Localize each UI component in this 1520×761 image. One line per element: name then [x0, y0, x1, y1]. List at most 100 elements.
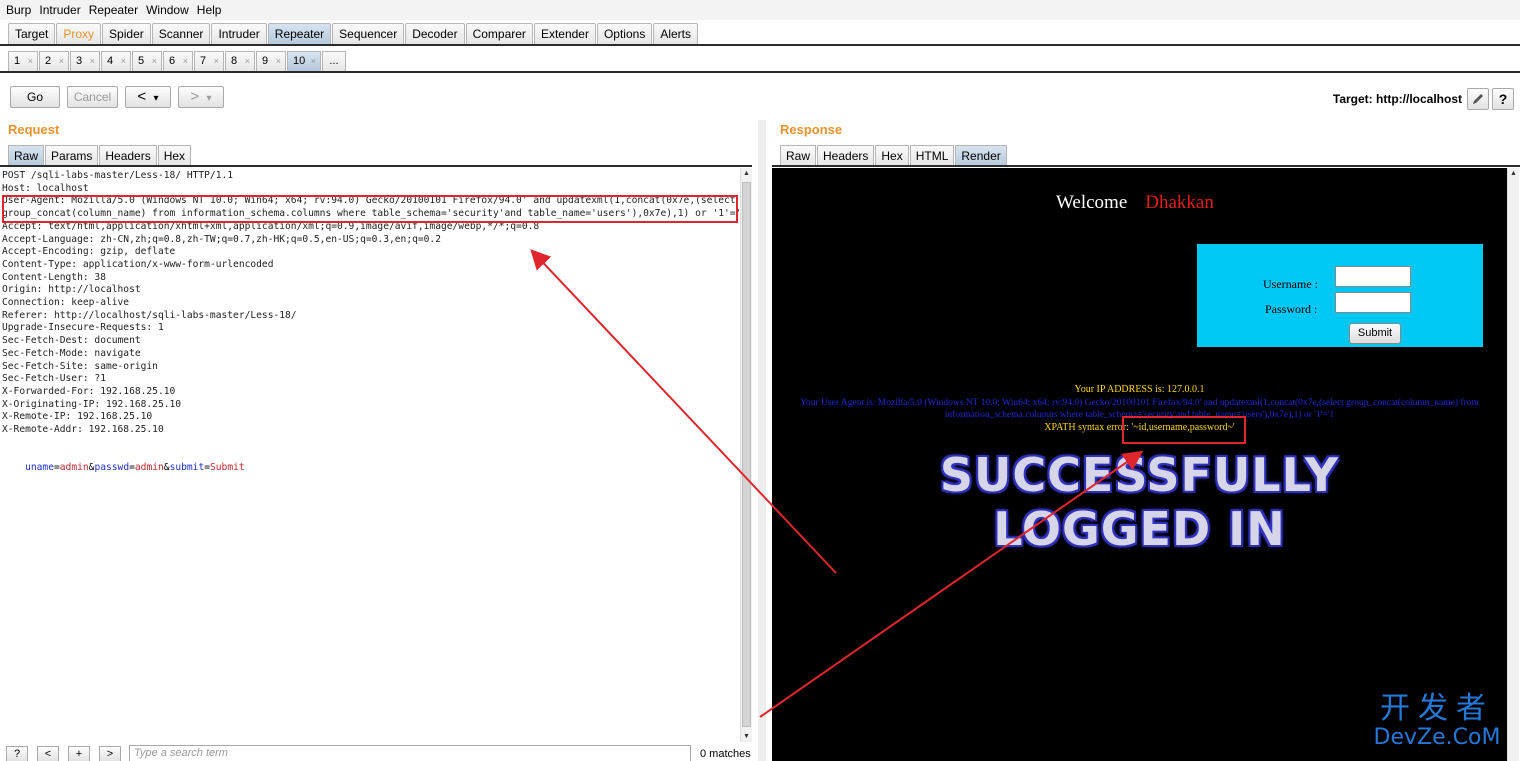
tool-tabs: Target Proxy Spider Scanner Intruder Rep… — [0, 22, 1520, 46]
request-line: Sec-Fetch-Dest: document — [2, 335, 141, 347]
cancel-button[interactable]: Cancel — [67, 86, 118, 108]
back-button[interactable]: < ▾ — [125, 86, 171, 108]
request-tab-9[interactable]: 9 × — [256, 51, 286, 71]
request-line: X-Forwarded-For: 192.168.25.10 — [2, 385, 176, 397]
success-banner-line2: LOGGED IN — [993, 502, 1286, 556]
username-label: Username : — [1263, 277, 1318, 291]
edit-target-button[interactable] — [1467, 88, 1489, 110]
close-icon[interactable]: × — [28, 52, 33, 71]
tab-options[interactable]: Options — [596, 23, 653, 44]
close-icon[interactable]: × — [214, 52, 219, 71]
tab-repeater[interactable]: Repeater — [267, 23, 332, 44]
request-tab-6[interactable]: 6 × — [163, 51, 193, 71]
close-icon[interactable]: × — [90, 52, 95, 71]
request-line: Content-Length: 38 — [2, 271, 106, 283]
menu-intruder[interactable]: Intruder — [39, 3, 80, 17]
scrollbar-thumb[interactable] — [742, 182, 751, 727]
close-icon[interactable]: × — [152, 52, 157, 71]
tab-intruder[interactable]: Intruder — [211, 23, 267, 44]
response-tab-headers[interactable]: Headers — [817, 145, 875, 166]
request-tab-params[interactable]: Params — [45, 145, 99, 166]
close-icon[interactable]: × — [59, 52, 64, 71]
request-tab-8[interactable]: 8 × — [225, 51, 255, 71]
request-tab-raw[interactable]: Raw — [8, 145, 45, 166]
request-editor[interactable]: POST /sqli-labs-master/Less-18/ HTTP/1.1… — [0, 168, 740, 742]
split-pane-divider[interactable] — [758, 120, 766, 761]
search-help-button[interactable]: ? — [6, 746, 28, 761]
tab-spider[interactable]: Spider — [102, 23, 151, 44]
request-title: Request — [8, 122, 60, 137]
go-button[interactable]: Go — [10, 86, 60, 108]
username-input[interactable] — [1335, 266, 1411, 287]
request-line: POST /sqli-labs-master/Less-18/ HTTP/1.1 — [2, 170, 234, 181]
response-render-view: Welcome Dhakkan Username : Password : Sub… — [772, 168, 1507, 761]
search-next-button[interactable]: > — [99, 746, 121, 761]
request-tab-new[interactable]: ... — [322, 51, 346, 71]
request-tab-7[interactable]: 7 × — [194, 51, 224, 71]
welcome-name: Dhakkan — [1145, 192, 1214, 213]
close-icon[interactable]: × — [245, 52, 250, 71]
menu-repeater[interactable]: Repeater — [89, 3, 138, 17]
close-icon[interactable]: × — [121, 52, 126, 71]
response-view-tabs: Raw Headers Hex HTML Render — [780, 144, 1008, 166]
scroll-down-icon[interactable]: ▼ — [741, 733, 752, 740]
request-line: Accept-Encoding: gzip, deflate — [2, 246, 176, 258]
request-tab-10[interactable]: 10 × — [287, 51, 321, 71]
request-tab-1[interactable]: 1 × — [8, 51, 38, 71]
close-icon[interactable]: × — [276, 52, 281, 71]
request-line: X-Originating-IP: 192.168.25.10 — [2, 398, 182, 410]
dropdown-icon[interactable]: ▾ — [207, 93, 212, 104]
scroll-up-icon[interactable]: ▲ — [741, 170, 752, 177]
request-tab-label: 5 — [138, 55, 145, 67]
submit-button[interactable]: Submit — [1349, 323, 1401, 344]
back-arrow-icon: < — [137, 88, 147, 105]
forward-button[interactable]: > ▾ — [178, 86, 224, 108]
response-tab-hex[interactable]: Hex — [875, 145, 909, 166]
tab-alerts[interactable]: Alerts — [653, 23, 699, 44]
response-scrollbar[interactable]: ▲ — [1507, 168, 1519, 761]
request-tab-label: 2 — [45, 55, 52, 67]
param-key: submit — [169, 462, 205, 474]
request-tab-hex[interactable]: Hex — [157, 145, 192, 166]
close-icon[interactable]: × — [183, 52, 188, 71]
dropdown-icon[interactable]: ▾ — [154, 93, 159, 104]
tab-decoder[interactable]: Decoder — [405, 23, 465, 44]
request-line: Host: localhost — [2, 182, 89, 194]
request-scrollbar[interactable]: ▲ ▼ — [740, 168, 752, 742]
request-tab-3[interactable]: 3 × — [70, 51, 100, 71]
response-title: Response — [780, 122, 843, 137]
menu-window[interactable]: Window — [146, 3, 189, 17]
tab-target[interactable]: Target — [8, 23, 56, 44]
search-prev-button[interactable]: < — [37, 746, 59, 761]
scroll-up-icon[interactable]: ▲ — [1508, 170, 1519, 177]
request-tab-4[interactable]: 4 × — [101, 51, 131, 71]
response-tab-underline — [772, 165, 1520, 167]
search-bar: ? < + > Type a search term 0 matches — [0, 744, 758, 761]
tab-extender[interactable]: Extender — [533, 23, 596, 44]
request-line: Origin: http://localhost — [2, 284, 141, 296]
param-value: Submit — [210, 462, 245, 474]
request-view-tabs: Raw Params Headers Hex — [8, 144, 192, 166]
request-tab-5[interactable]: 5 × — [132, 51, 162, 71]
search-matches: 0 matches — [700, 748, 751, 760]
menu-help[interactable]: Help — [197, 3, 222, 17]
request-tab-2[interactable]: 2 × — [39, 51, 69, 71]
tab-sequencer[interactable]: Sequencer — [332, 23, 405, 44]
search-add-button[interactable]: + — [68, 746, 90, 761]
help-button[interactable]: ? — [1492, 88, 1514, 110]
tab-proxy[interactable]: Proxy — [56, 23, 102, 44]
search-input[interactable]: Type a search term — [129, 745, 691, 761]
request-body: uname=admin&passwd=admin&submit=Submit — [2, 449, 738, 487]
response-tab-html[interactable]: HTML — [909, 145, 955, 166]
response-tab-render[interactable]: Render — [955, 145, 1007, 166]
login-form: Username : Password : Submit — [1197, 244, 1483, 347]
request-tab-headers[interactable]: Headers — [99, 145, 157, 166]
request-tab-label: 7 — [200, 55, 207, 67]
password-input[interactable] — [1335, 292, 1411, 313]
tab-scanner[interactable]: Scanner — [151, 23, 211, 44]
tab-comparer[interactable]: Comparer — [465, 23, 533, 44]
menu-burp[interactable]: Burp — [6, 3, 31, 17]
response-tab-raw[interactable]: Raw — [780, 145, 817, 166]
request-line: Accept-Language: zh-CN,zh;q=0.8,zh-TW;q=… — [2, 233, 441, 245]
close-icon[interactable]: × — [311, 52, 316, 71]
